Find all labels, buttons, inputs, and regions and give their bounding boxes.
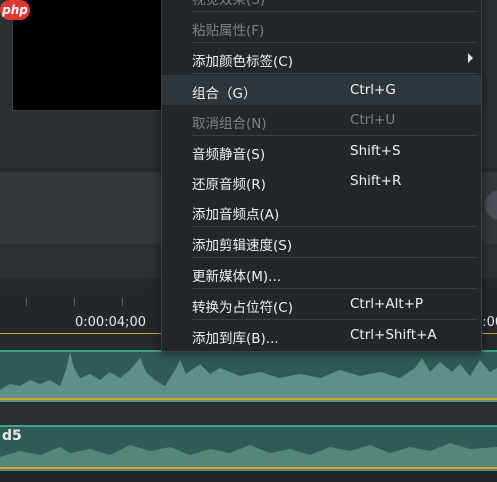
menu-item-label: 视觉效果(S) — [192, 0, 266, 8]
context-menu: 视觉效果(S) 粘贴属性(F) 添加颜色标签(C) 组合（G） Ctrl+G 取… — [161, 0, 482, 352]
track-2-top-border — [0, 425, 497, 427]
timecode-label: 0:00:04;00 — [75, 315, 147, 330]
menu-item-shortcut: Ctrl+G — [350, 82, 396, 98]
menu-item-visual-effects[interactable]: 视觉效果(S) — [162, 0, 481, 11]
submenu-arrow-icon — [468, 53, 473, 63]
track-2-bottom-border — [0, 467, 497, 469]
menu-item-label: 添加音频点(A) — [192, 207, 280, 223]
menu-item-shortcut: Ctrl+Alt+P — [350, 296, 424, 312]
menu-item-mute-audio[interactable]: 音频静音(S) Shift+S — [162, 136, 481, 166]
track-1-bottom-border — [0, 398, 497, 400]
menu-item-label: 添加颜色标签(C) — [192, 54, 293, 70]
track-separator — [0, 402, 497, 425]
menu-item-label: 粘贴属性(F) — [192, 23, 265, 39]
menu-item-restore-audio[interactable]: 还原音频(R) Shift+R — [162, 166, 481, 196]
waveform-1 — [0, 352, 497, 402]
menu-item-label: 添加剪辑速度(S) — [192, 238, 293, 254]
menu-item-update-media[interactable]: 更新媒体(M)... — [162, 258, 481, 288]
bottom-bar — [0, 471, 497, 482]
menu-item-shortcut: Ctrl+U — [350, 112, 396, 128]
menu-item-label: 组合（G） — [192, 86, 257, 102]
menu-item-group[interactable]: 组合（G） Ctrl+G — [162, 75, 481, 105]
menu-item-shortcut: Shift+R — [350, 173, 402, 189]
menu-item-label: 转换为占位符(C) — [192, 300, 293, 316]
clip-label: d5 — [2, 428, 22, 444]
audio-clip-track-1[interactable] — [0, 350, 497, 402]
menu-item-label: 取消组合(N) — [192, 116, 267, 132]
audio-clip-track-2[interactable] — [0, 425, 497, 471]
menu-item-add-clip-speed[interactable]: 添加剪辑速度(S) — [162, 227, 481, 257]
menu-item-label: 还原音频(R) — [192, 177, 266, 193]
menu-separator — [192, 73, 477, 74]
menu-item-add-color-tag[interactable]: 添加颜色标签(C) — [162, 43, 481, 73]
menu-item-label: 更新媒体(M)... — [192, 269, 282, 285]
menu-item-add-to-library[interactable]: 添加到库(B)... Ctrl+Shift+A — [162, 320, 481, 350]
menu-item-paste-attributes[interactable]: 粘贴属性(F) — [162, 12, 481, 42]
menu-item-add-audio-point[interactable]: 添加音频点(A) — [162, 196, 481, 226]
menu-item-shortcut: Shift+S — [350, 143, 401, 159]
php-logo: php — [0, 0, 30, 20]
menu-item-convert-to-placeholder[interactable]: 转换为占位符(C) Ctrl+Alt+P — [162, 289, 481, 319]
menu-item-label: 音频静音(S) — [192, 147, 266, 163]
menu-item-shortcut: Ctrl+Shift+A — [350, 327, 437, 343]
menu-item-label: 添加到库(B)... — [192, 331, 279, 347]
menu-item-ungroup[interactable]: 取消组合(N) Ctrl+U — [162, 105, 481, 135]
waveform-2 — [0, 443, 497, 471]
